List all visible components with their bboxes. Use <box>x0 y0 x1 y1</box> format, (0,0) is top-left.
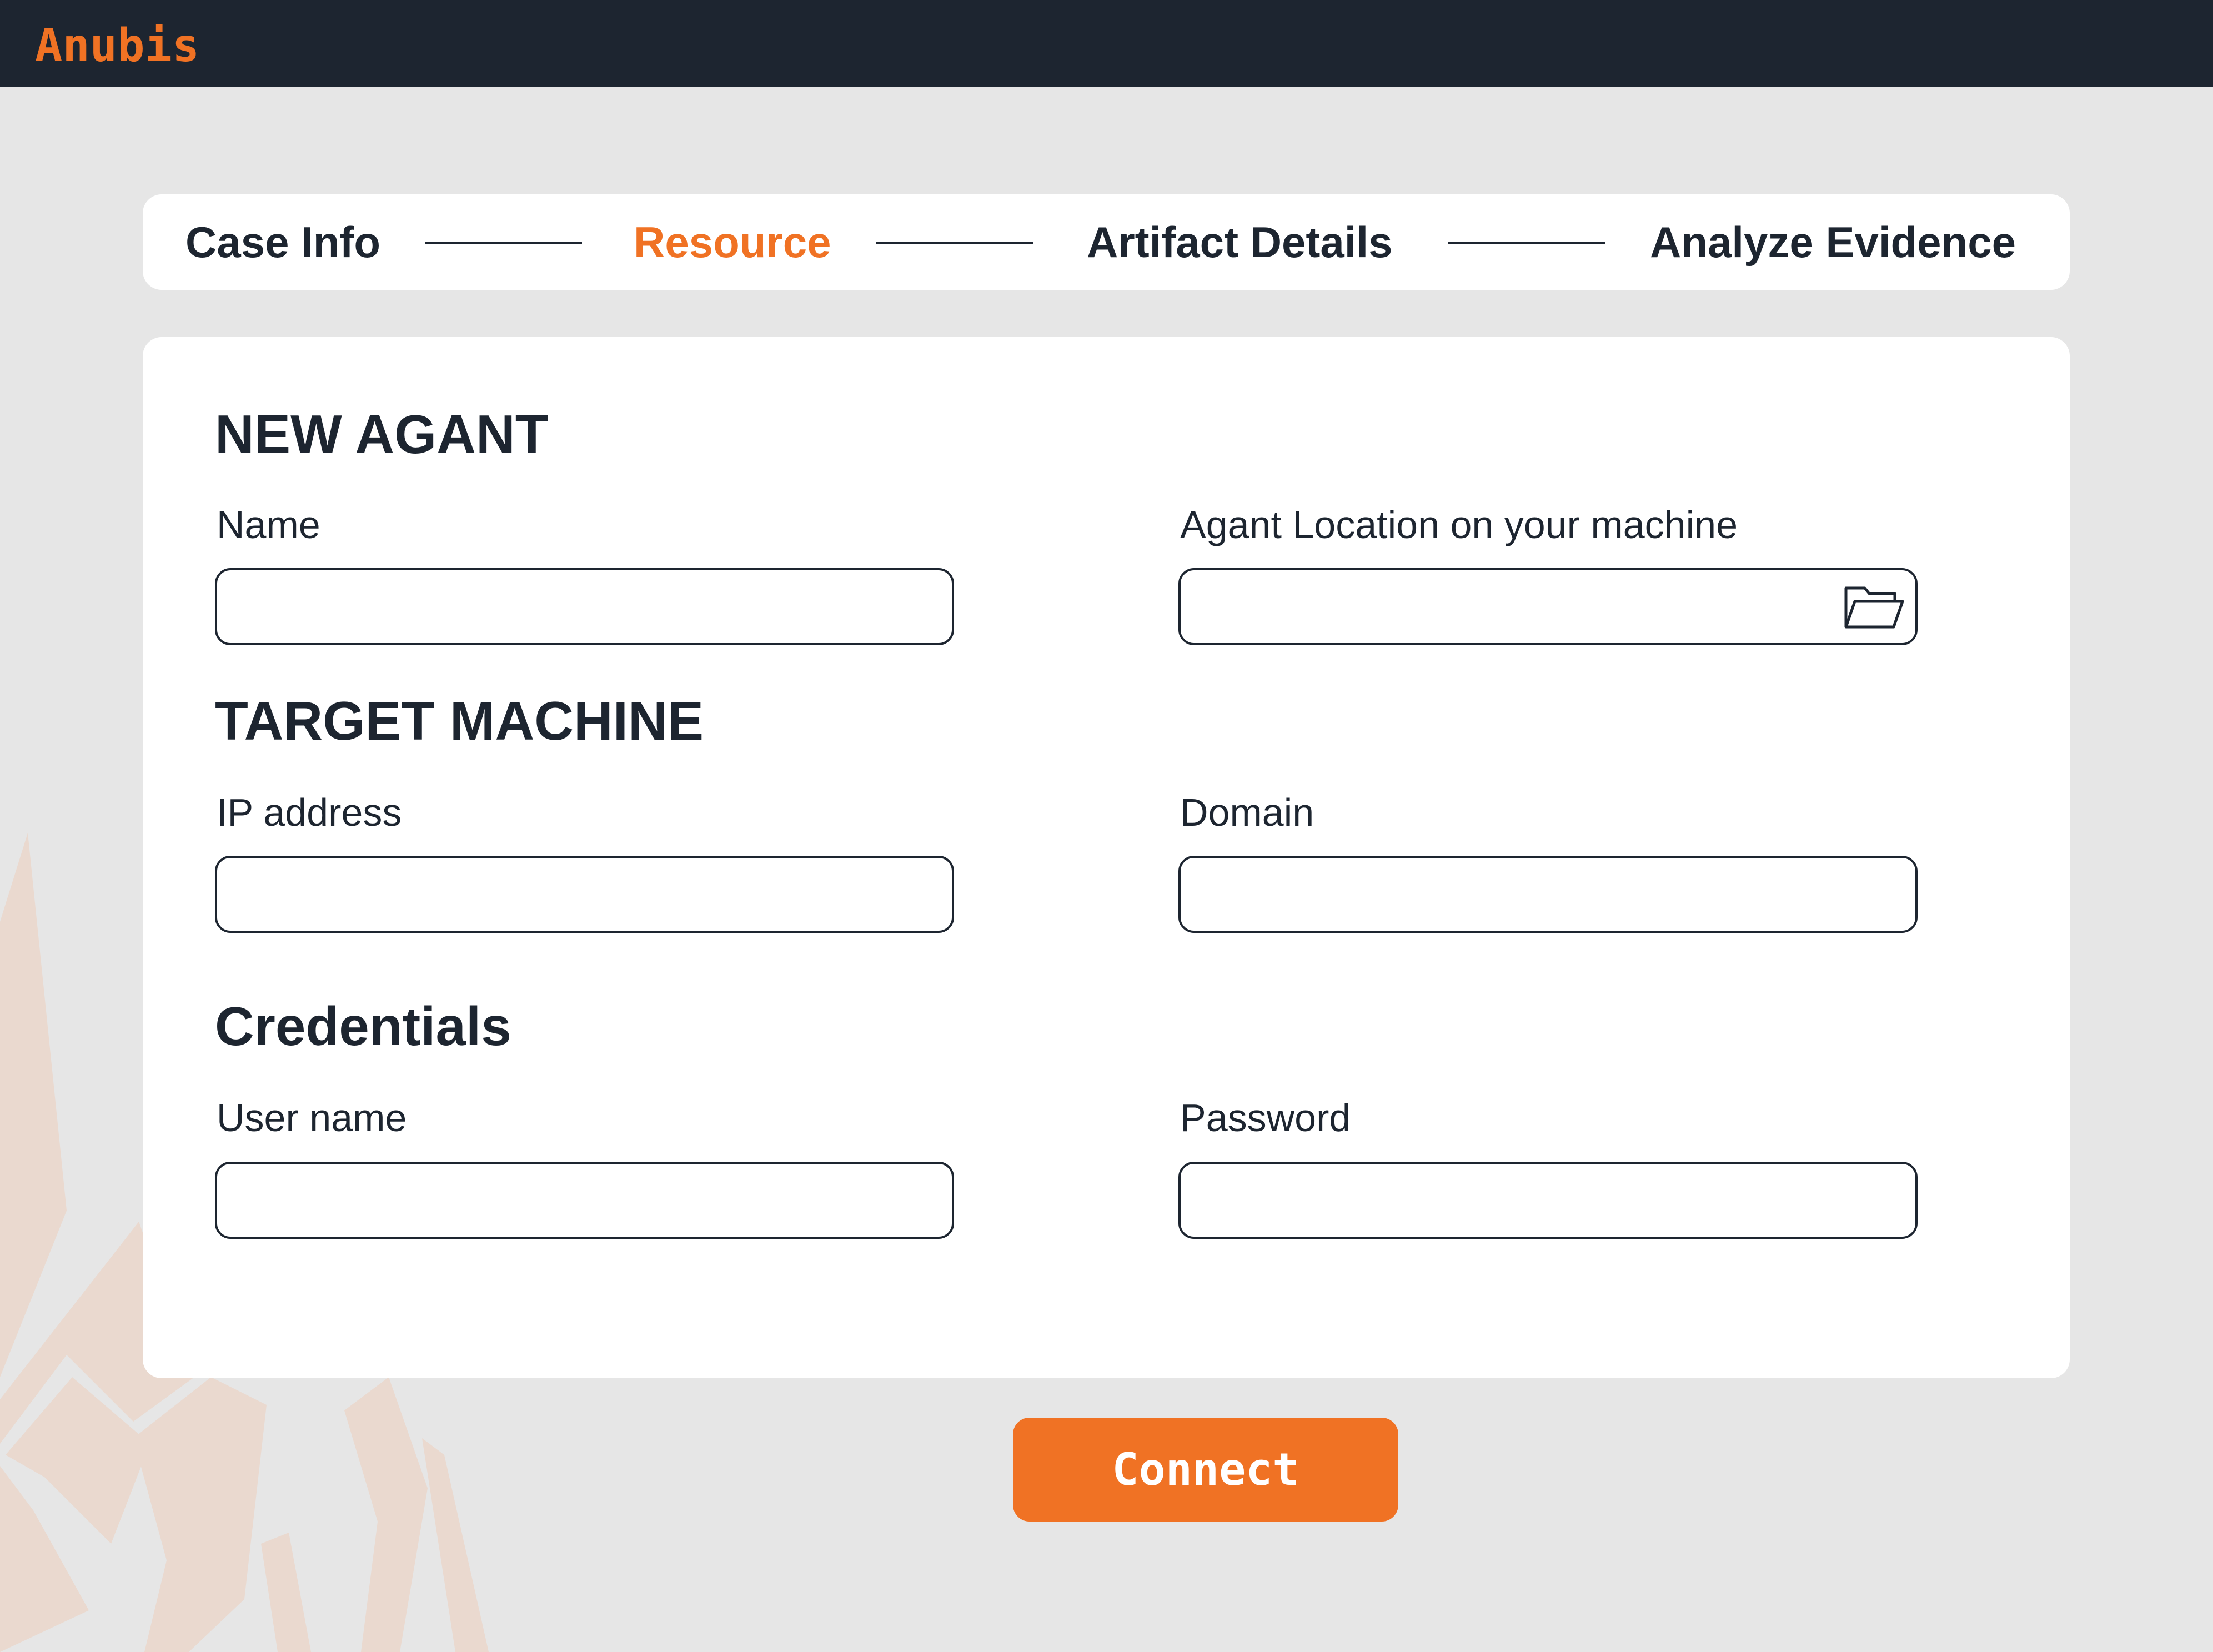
ip-address-input[interactable] <box>215 856 954 933</box>
section-title-credentials: Credentials <box>215 996 511 1057</box>
step-case-info[interactable]: Case Info <box>185 194 380 290</box>
wizard-stepper: Case Info Resource Artifact Details Anal… <box>143 194 2070 290</box>
agent-location-label: Agant Location on your machine <box>1180 503 1738 546</box>
domain-label: Domain <box>1180 791 1314 834</box>
agent-location-input[interactable] <box>1178 568 1918 645</box>
step-connector <box>876 242 1033 244</box>
top-bar: Anubis <box>0 0 2213 87</box>
step-artifact-details[interactable]: Artifact Details <box>1087 194 1393 290</box>
name-label: Name <box>217 503 320 546</box>
domain-input[interactable] <box>1178 856 1918 933</box>
section-title-target-machine: TARGET MACHINE <box>215 690 704 751</box>
step-connector <box>425 242 582 244</box>
password-input[interactable] <box>1178 1162 1918 1239</box>
ip-address-label: IP address <box>217 791 402 834</box>
user-name-input[interactable] <box>215 1162 954 1239</box>
password-label: Password <box>1180 1096 1351 1139</box>
connect-button[interactable]: Connect <box>1013 1418 1398 1522</box>
user-name-label: User name <box>217 1096 407 1139</box>
folder-open-icon[interactable] <box>1843 584 1905 630</box>
step-connector <box>1448 242 1605 244</box>
app-logo[interactable]: Anubis <box>35 21 199 71</box>
step-resource[interactable]: Resource <box>634 194 831 290</box>
step-analyze-evidence[interactable]: Analyze Evidence <box>1650 194 2016 290</box>
resource-form-card: NEW AGANT Name Agant Location on your ma… <box>143 337 2070 1378</box>
section-title-new-agent: NEW AGANT <box>215 404 549 465</box>
name-input[interactable] <box>215 568 954 645</box>
